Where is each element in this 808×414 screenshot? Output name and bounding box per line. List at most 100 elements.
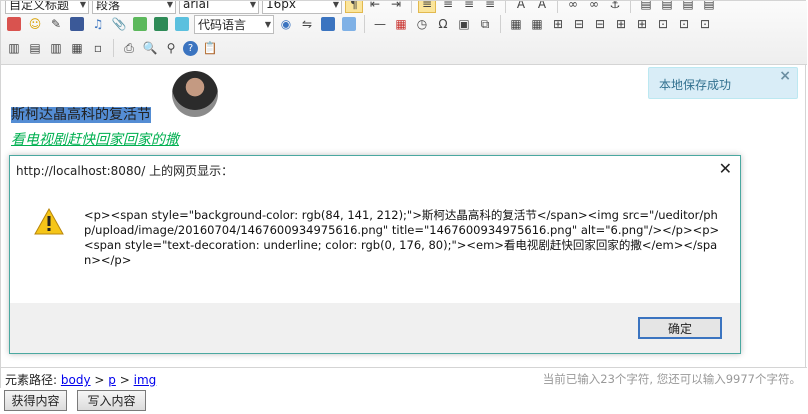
word-count: 当前已输入23个字符, 您还可以输入9977个字符。: [542, 372, 801, 386]
google-map-icon[interactable]: [152, 15, 170, 33]
preview-icon[interactable]: 🔍: [141, 39, 159, 57]
path-separator: >: [94, 373, 105, 387]
image-right-icon[interactable]: ▤: [679, 1, 697, 13]
insert-row-icon[interactable]: ⊟: [570, 15, 588, 33]
delete-row-icon[interactable]: ⊟: [591, 15, 609, 33]
link-icon[interactable]: ∞: [564, 1, 582, 13]
align-left-icon[interactable]: ≡: [418, 1, 436, 13]
scrawl-icon[interactable]: ✎: [47, 15, 65, 33]
unlink-icon[interactable]: ∞: [585, 1, 603, 13]
background-icon[interactable]: [340, 15, 358, 33]
insert-paragraph-before-table-icon[interactable]: ⊞: [549, 15, 567, 33]
toolbar-separator: [630, 1, 631, 13]
split-to-rows-icon[interactable]: ▤: [26, 39, 44, 57]
editor-toolbar: 自定义标题 ▼ 段落 ▼ arial ▼ 16px ▼ ¶ ⇤ ⇥ ≡ ≡ ≡ ≡ A …: [1, 1, 807, 65]
insert-frame-icon[interactable]: [173, 15, 191, 33]
highlighted-text: 斯柯达晶高科的复活节: [11, 107, 151, 123]
toolbar-separator: [411, 1, 412, 13]
insert-col-icon[interactable]: ⊞: [612, 15, 630, 33]
save-success-toast: 本地保存成功 ×: [648, 67, 798, 99]
element-path-p[interactable]: p: [108, 373, 116, 387]
paragraph-format-icon[interactable]: ¶: [345, 1, 363, 13]
image-none-icon[interactable]: ▤: [658, 1, 676, 13]
special-chars-icon[interactable]: Ω: [434, 15, 452, 33]
chevron-down-icon: ▼: [249, 1, 256, 9]
search-replace-icon[interactable]: ⚲: [162, 39, 180, 57]
split-to-cells-icon[interactable]: ▥: [5, 39, 23, 57]
element-path-label: 元素路径:: [5, 373, 58, 387]
custom-title-select[interactable]: 自定义标题 ▼: [5, 1, 89, 14]
emotion-icon[interactable]: ☺: [26, 15, 44, 33]
font-family-select-value: arial: [183, 1, 210, 11]
insert-image-icon[interactable]: [5, 15, 23, 33]
paragraph-select[interactable]: 段落 ▼: [92, 1, 176, 14]
subscript-icon[interactable]: A: [533, 1, 551, 13]
attachment-icon[interactable]: 📎: [110, 15, 128, 33]
clear-doc-icon[interactable]: ▫: [89, 39, 107, 57]
chevron-down-icon: ▼: [332, 1, 339, 9]
delete-table-icon[interactable]: ▦: [528, 15, 546, 33]
dialog-title: http://localhost:8080/ 上的网页显示：: [16, 164, 234, 178]
insert-table-icon[interactable]: ▦: [507, 15, 525, 33]
code-language-select[interactable]: 代码语言 ▼: [194, 14, 274, 34]
date-icon[interactable]: ▦: [392, 15, 410, 33]
path-separator: >: [119, 373, 130, 387]
element-path-img[interactable]: img: [134, 373, 157, 387]
align-justify-icon[interactable]: ≡: [481, 1, 499, 13]
wordimage-icon[interactable]: ▣: [455, 15, 473, 33]
alert-dialog: http://localhost:8080/ 上的网页显示： ✕ <p><spa…: [9, 155, 741, 354]
template-icon[interactable]: [319, 15, 337, 33]
snapscreen-icon[interactable]: ⧉: [476, 15, 494, 33]
toast-message: 本地保存成功: [659, 78, 732, 92]
write-content-button[interactable]: 写入内容: [77, 390, 146, 411]
superscript-icon[interactable]: A: [512, 1, 530, 13]
chevron-down-icon: ▼: [264, 19, 271, 29]
get-content-button[interactable]: 获得内容: [4, 390, 67, 411]
direction-rtl-icon[interactable]: ⇥: [387, 1, 405, 13]
align-center-icon[interactable]: ≡: [439, 1, 457, 13]
help-icon[interactable]: ?: [183, 40, 198, 56]
insert-video-icon[interactable]: [68, 15, 86, 33]
delete-col-icon[interactable]: ⊞: [633, 15, 651, 33]
drafts-icon[interactable]: 📋: [201, 39, 219, 57]
font-size-select-value: 16px: [266, 1, 296, 11]
image-center-icon[interactable]: ▤: [700, 1, 718, 13]
font-family-select[interactable]: arial ▼: [179, 1, 259, 14]
split-to-cols-icon[interactable]: ▥: [47, 39, 65, 57]
align-right-icon[interactable]: ≡: [460, 1, 478, 13]
direction-ltr-icon[interactable]: ⇤: [366, 1, 384, 13]
paragraph-2: 看电视剧赶快回家回家的撒: [11, 132, 179, 148]
print-icon[interactable]: ⎙: [120, 39, 138, 57]
warning-icon: [34, 208, 64, 235]
code-language-select-value: 代码语言: [198, 17, 247, 32]
merge-down-icon[interactable]: ⊡: [696, 15, 714, 33]
toolbar-row-3: ▥ ▤ ▥ ▦ ▫ ⎙ 🔍 ⚲ ? 📋: [5, 37, 219, 59]
close-icon[interactable]: ×: [779, 68, 791, 84]
element-path-body[interactable]: body: [61, 373, 91, 387]
custom-title-select-value: 自定义标题: [9, 1, 70, 12]
toolbar-separator: [557, 1, 558, 13]
toolbar-separator: [500, 15, 501, 33]
merge-cells-icon[interactable]: ⊡: [654, 15, 672, 33]
element-path: 元素路径: body > p > img: [5, 371, 156, 388]
inserted-image[interactable]: [172, 71, 218, 117]
image-left-icon[interactable]: ▤: [637, 1, 655, 13]
toolbar-separator: [364, 15, 365, 33]
paragraph-1: 斯柯达晶高科的复活节: [11, 104, 151, 124]
anchor-icon[interactable]: ⚓: [606, 1, 624, 13]
map-icon[interactable]: [131, 15, 149, 33]
merge-right-icon[interactable]: ⊡: [675, 15, 693, 33]
dialog-message: <p><span style="background-color: rgb(84…: [84, 208, 720, 267]
chart-icon[interactable]: ▦: [68, 39, 86, 57]
page-break-icon[interactable]: ⇋: [298, 15, 316, 33]
paragraph-select-value: 段落: [96, 1, 121, 12]
music-icon[interactable]: ♫: [89, 15, 107, 33]
horizontal-rule-icon[interactable]: —: [371, 15, 389, 33]
font-size-select[interactable]: 16px ▼: [262, 1, 342, 14]
chevron-down-icon: ▼: [79, 1, 86, 9]
web-icon[interactable]: ◉: [277, 15, 295, 33]
time-icon[interactable]: ◷: [413, 15, 431, 33]
ok-button[interactable]: 确定: [638, 317, 722, 339]
toolbar-separator: [113, 39, 114, 57]
close-icon[interactable]: ✕: [719, 159, 732, 178]
